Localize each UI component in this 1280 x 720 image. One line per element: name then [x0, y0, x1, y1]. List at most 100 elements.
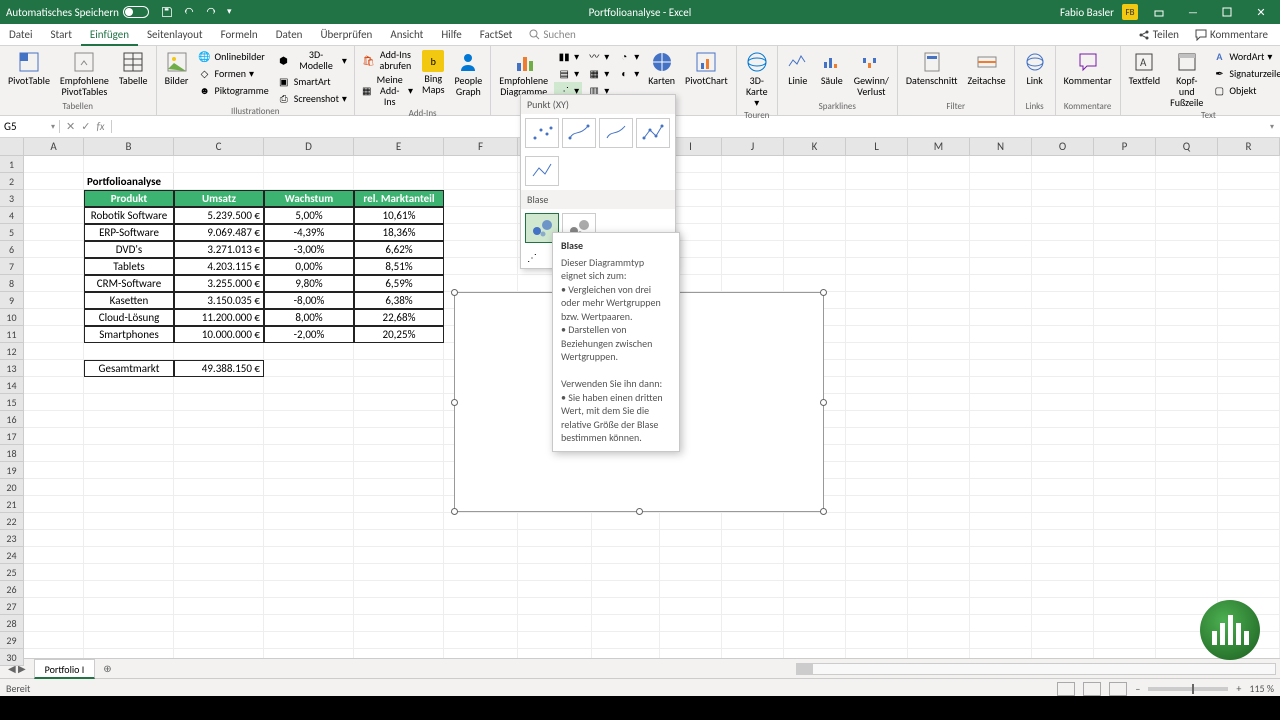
rec-charts[interactable]: Empfohlene Diagramme — [495, 48, 552, 99]
tab-ueberpruefen[interactable]: Überprüfen — [311, 24, 381, 46]
cell[interactable]: 22,68% — [354, 309, 444, 326]
row-header-6[interactable]: 6 — [0, 241, 24, 258]
scatter-option-5[interactable] — [525, 156, 559, 186]
people-graph[interactable]: People Graph — [451, 48, 487, 99]
col-header-M[interactable]: M — [908, 138, 970, 156]
share-button[interactable]: Teilen — [1132, 28, 1185, 41]
zoom-out-icon[interactable]: – — [1135, 682, 1140, 695]
close-icon[interactable]: ✕ — [1248, 6, 1274, 19]
tab-start[interactable]: Start — [42, 24, 81, 46]
row-header-5[interactable]: 5 — [0, 224, 24, 241]
chart-pie[interactable]: ◔▾ — [614, 48, 642, 64]
row-header-21[interactable]: 21 — [0, 496, 24, 513]
row-header-20[interactable]: 20 — [0, 479, 24, 496]
cell[interactable]: -4,39% — [264, 224, 354, 241]
addins-get[interactable]: 🛍Add-Ins abrufen — [359, 48, 416, 72]
row-header-22[interactable]: 22 — [0, 513, 24, 530]
row-header-28[interactable]: 28 — [0, 615, 24, 632]
cell[interactable]: CRM-Software — [84, 275, 174, 292]
3d-models[interactable]: ⬢3D-Modelle▾ — [274, 48, 350, 72]
cell[interactable]: 3.271.013 € — [174, 241, 264, 258]
wordart[interactable]: AWordArt▾ — [1209, 48, 1280, 64]
row-header-14[interactable]: 14 — [0, 377, 24, 394]
cell[interactable]: 6,38% — [354, 292, 444, 309]
cell[interactable]: Kasetten — [84, 292, 174, 309]
row-header-15[interactable]: 15 — [0, 394, 24, 411]
cell[interactable]: 11.200.000 € — [174, 309, 264, 326]
scatter-option-3[interactable] — [599, 118, 633, 148]
pivotchart-button[interactable]: PivotChart — [681, 48, 732, 88]
signatureline[interactable]: ✒Signaturzeile▾ — [1209, 65, 1280, 81]
tab-seitenlayout[interactable]: Seitenlayout — [138, 24, 212, 46]
online-images[interactable]: 🌐Onlinebilder — [195, 48, 272, 64]
scatter-option-4[interactable] — [636, 118, 670, 148]
zoom-level[interactable]: 115 % — [1249, 682, 1274, 695]
scatter-option-2[interactable] — [562, 118, 596, 148]
comment[interactable]: Kommentar — [1060, 48, 1116, 88]
tab-einfuegen[interactable]: Einfügen — [81, 24, 138, 46]
row-header-30[interactable]: 30 — [0, 649, 24, 666]
col-header-C[interactable]: C — [174, 138, 264, 156]
cell[interactable]: 3.150.035 € — [174, 292, 264, 309]
undo-icon[interactable] — [183, 6, 195, 18]
qat-more-icon[interactable]: ▾ — [227, 6, 232, 18]
view-layout-icon[interactable] — [1083, 682, 1101, 696]
col-header-E[interactable]: E — [354, 138, 444, 156]
row-header-8[interactable]: 8 — [0, 275, 24, 292]
col-header-P[interactable]: P — [1094, 138, 1156, 156]
headerfooter[interactable]: Kopf- und Fußzeile — [1166, 48, 1207, 110]
cell[interactable]: Umsatz — [174, 190, 264, 207]
row-header-4[interactable]: 4 — [0, 207, 24, 224]
cell[interactable]: 6,62% — [354, 241, 444, 258]
3d-map[interactable]: 3D-Karte▾ — [741, 48, 773, 110]
rec-pivot-button[interactable]: Empfohlene PivotTables — [56, 48, 113, 99]
col-header-K[interactable]: K — [784, 138, 846, 156]
row-header-7[interactable]: 7 — [0, 258, 24, 275]
maximize-icon[interactable] — [1214, 7, 1240, 17]
cell[interactable]: Produkt — [84, 190, 174, 207]
zoom-slider[interactable] — [1148, 687, 1228, 691]
cell[interactable]: 0,00% — [264, 258, 354, 275]
row-header-23[interactable]: 23 — [0, 530, 24, 547]
cell[interactable]: 8,00% — [264, 309, 354, 326]
row-header-24[interactable]: 24 — [0, 547, 24, 564]
col-header-B[interactable]: B — [84, 138, 174, 156]
row-header-10[interactable]: 10 — [0, 309, 24, 326]
cell[interactable]: 3.255.000 € — [174, 275, 264, 292]
row-header-26[interactable]: 26 — [0, 581, 24, 598]
spark-col[interactable]: Säule — [816, 48, 848, 88]
shapes[interactable]: ◇Formen▾ — [195, 65, 272, 81]
smartart[interactable]: ▣SmartArt — [274, 73, 350, 89]
fx-icon[interactable]: fx — [96, 120, 104, 133]
cell[interactable]: 20,25% — [354, 326, 444, 343]
tab-daten[interactable]: Daten — [267, 24, 312, 46]
spark-wl[interactable]: Gewinn/ Verlust — [850, 48, 893, 99]
chart-col[interactable]: ▮▮▾ — [554, 48, 582, 64]
cell[interactable]: Smartphones — [84, 326, 174, 343]
scatter-option-1[interactable] — [525, 118, 559, 148]
cell[interactable]: 6,59% — [354, 275, 444, 292]
images-button[interactable]: Bilder — [161, 48, 193, 88]
sheet-tab-portfolio[interactable]: Portfolio I — [34, 659, 96, 679]
view-normal-icon[interactable] — [1057, 682, 1075, 696]
chart-combo[interactable]: ◐▾ — [614, 65, 642, 81]
cell[interactable]: rel. Marktanteil — [354, 190, 444, 207]
row-header-13[interactable]: 13 — [0, 360, 24, 377]
cell[interactable]: 18,36% — [354, 224, 444, 241]
row-header-17[interactable]: 17 — [0, 428, 24, 445]
cell[interactable]: Tablets — [84, 258, 174, 275]
col-header-J[interactable]: J — [722, 138, 784, 156]
col-header-O[interactable]: O — [1032, 138, 1094, 156]
cell[interactable]: Wachstum — [264, 190, 354, 207]
row-header-25[interactable]: 25 — [0, 564, 24, 581]
tab-ansicht[interactable]: Ansicht — [381, 24, 432, 46]
cell[interactable]: Robotik Software — [84, 207, 174, 224]
autosave-toggle[interactable]: Automatisches Speichern — [6, 6, 149, 19]
spark-line[interactable]: Linie — [782, 48, 814, 88]
link[interactable]: Link — [1019, 48, 1051, 88]
row-header-11[interactable]: 11 — [0, 326, 24, 343]
cell[interactable]: DVD's — [84, 241, 174, 258]
textbox[interactable]: ATextfeld — [1125, 48, 1165, 88]
object[interactable]: ▢Objekt — [1209, 82, 1280, 98]
col-header-L[interactable]: L — [846, 138, 908, 156]
